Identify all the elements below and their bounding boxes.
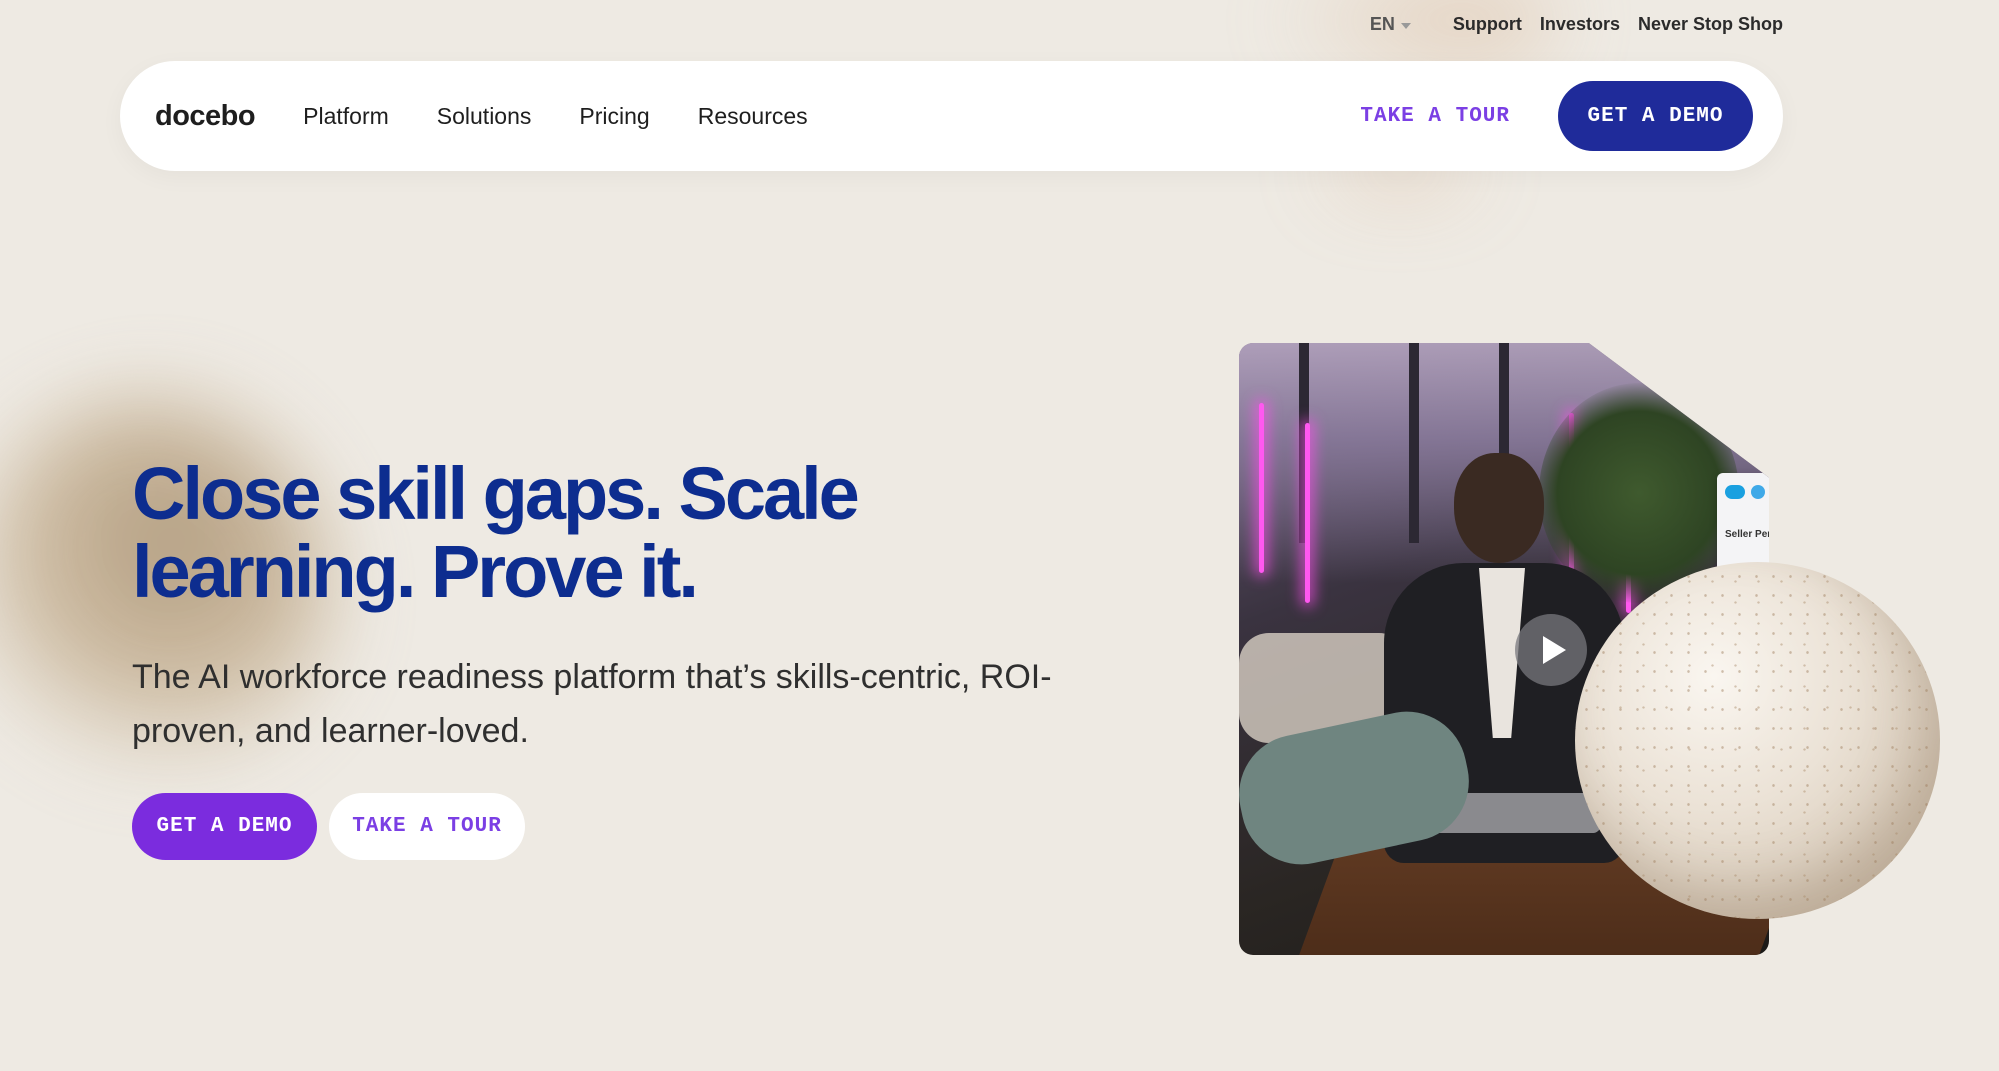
utility-nav: EN Support Investors Never Stop Shop xyxy=(1370,14,1783,35)
investors-link[interactable]: Investors xyxy=(1540,14,1620,35)
video-dashboard-screen: Seller Performance xyxy=(1717,473,1769,573)
chevron-down-icon xyxy=(1400,22,1411,29)
sphere-texture xyxy=(1575,562,1940,919)
decorative-sphere xyxy=(1575,562,1940,919)
main-header: docebo Platform Solutions Pricing Resour… xyxy=(120,61,1783,171)
partner-logo-icon xyxy=(1751,485,1765,499)
play-video-button[interactable] xyxy=(1515,614,1587,686)
screen-label: Seller Performance xyxy=(1725,529,1769,540)
video-neon-light xyxy=(1259,403,1264,573)
nav-item-resources[interactable]: Resources xyxy=(698,103,808,130)
get-a-demo-header-button[interactable]: GET A DEMO xyxy=(1558,81,1753,151)
nav-item-pricing[interactable]: Pricing xyxy=(579,103,649,130)
take-a-tour-header-button[interactable]: TAKE A TOUR xyxy=(1360,105,1510,128)
get-a-demo-button[interactable]: GET A DEMO xyxy=(132,793,317,860)
support-link[interactable]: Support xyxy=(1453,14,1522,35)
main-nav: Platform Solutions Pricing Resources xyxy=(303,103,808,130)
salesforce-logo-icon xyxy=(1725,485,1745,499)
play-icon xyxy=(1542,636,1566,664)
hero-title: Close skill gaps. Scale learning. Prove … xyxy=(132,452,860,613)
nav-item-solutions[interactable]: Solutions xyxy=(437,103,532,130)
language-selector[interactable]: EN xyxy=(1370,14,1411,35)
take-a-tour-button[interactable]: TAKE A TOUR xyxy=(329,793,525,860)
hero-actions: GET A DEMO TAKE A TOUR xyxy=(132,793,525,860)
nav-item-platform[interactable]: Platform xyxy=(303,103,389,130)
never-stop-shop-link[interactable]: Never Stop Shop xyxy=(1638,14,1783,35)
language-label: EN xyxy=(1369,14,1395,34)
hero-subtitle: The AI workforce readiness platform that… xyxy=(132,658,1052,750)
docebo-logo[interactable]: docebo xyxy=(155,100,256,133)
video-presenter-head xyxy=(1454,453,1544,563)
video-neon-light xyxy=(1305,423,1310,603)
